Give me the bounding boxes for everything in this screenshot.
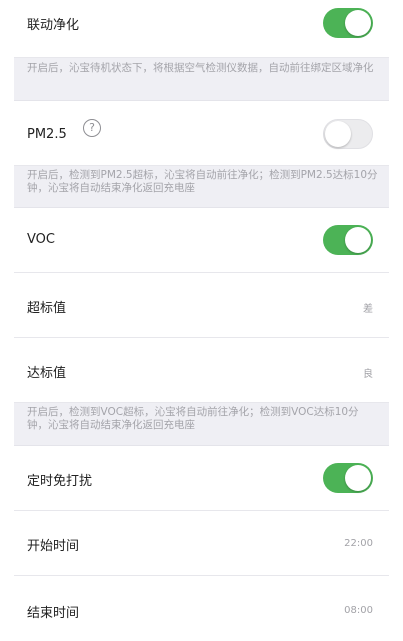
settings-page: 联动净化 开启后，沁宝待机状态下，将根据空气检测仪数据，自动前往绑定区域净化 P… [14,0,389,641]
voc-meet-row[interactable]: 达标值 良 [14,338,389,403]
dnd-start-value: 22:00 [344,538,373,549]
pm25-label: PM2.5 [27,127,67,142]
dnd-toggle[interactable] [323,463,373,493]
dnd-start-label: 开始时间 [27,539,80,554]
voc-meet-label: 达标值 [27,366,67,381]
voc-meet-value: 良 [363,369,373,380]
question-circle-icon[interactable]: ? [83,119,101,137]
voc-toggle[interactable] [323,225,373,255]
dnd-end-label: 结束时间 [27,606,80,621]
dnd-end-row[interactable]: 结束时间 08:00 [14,576,389,641]
pm25-note: 开启后，检测到PM2.5超标，沁宝将自动前往净化；检测到PM2.5达标10分钟，… [14,166,389,208]
linkage-purify-row: 联动净化 [14,0,389,58]
dnd-row: 定时免打扰 [14,446,389,511]
voc-exceed-row[interactable]: 超标值 差 [14,273,389,338]
voc-note: 开启后，检测到VOC超标，沁宝将自动前往净化；检测到VOC达标10分钟，沁宝将自… [14,403,389,446]
pm25-toggle[interactable] [323,119,373,149]
dnd-label: 定时免打扰 [27,474,93,489]
linkage-purify-toggle[interactable] [323,8,373,38]
toggle-knob [345,465,371,491]
toggle-knob [345,227,371,253]
voc-exceed-value: 差 [363,304,373,315]
dnd-end-value: 08:00 [344,605,373,616]
voc-exceed-label: 超标值 [27,301,67,316]
pm25-row: PM2.5 ? [14,101,389,166]
voc-label: VOC [27,232,55,247]
linkage-purify-label: 联动净化 [27,18,80,33]
toggle-knob [325,121,351,147]
toggle-knob [345,10,371,36]
dnd-start-row[interactable]: 开始时间 22:00 [14,511,389,576]
voc-row: VOC [14,208,389,273]
linkage-purify-note: 开启后，沁宝待机状态下，将根据空气检测仪数据，自动前往绑定区域净化 [14,58,389,101]
